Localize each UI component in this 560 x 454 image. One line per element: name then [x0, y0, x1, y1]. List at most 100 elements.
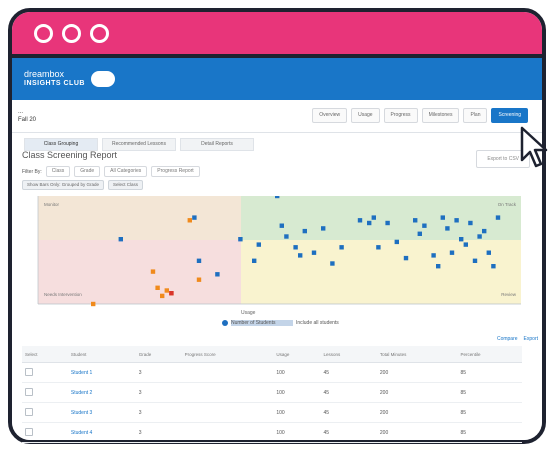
chart-point[interactable]: [486, 250, 491, 255]
screening-scatter-chart: Monitor On Track Needs Intervention Revi…: [37, 196, 521, 316]
chart-point[interactable]: [436, 264, 441, 269]
menu-button-plan[interactable]: Plan: [463, 108, 488, 123]
menu-button-usage[interactable]: Usage: [351, 108, 380, 123]
menu-button-milestones[interactable]: Milestones: [421, 108, 460, 123]
chart-point[interactable]: [454, 218, 459, 223]
col-student[interactable]: Student: [67, 346, 136, 363]
legend-note[interactable]: Include all students: [296, 320, 339, 326]
chart-point[interactable]: [160, 293, 165, 299]
menu-button-overview[interactable]: Overview: [312, 108, 348, 123]
chart-point[interactable]: [472, 258, 478, 263]
chart-point[interactable]: [150, 269, 156, 274]
student-score: [181, 402, 274, 423]
menu-button-progress[interactable]: Progress: [383, 108, 418, 123]
col-percentile[interactable]: Percentile: [457, 346, 522, 363]
chart-point[interactable]: [357, 218, 363, 223]
chart-point[interactable]: [482, 228, 487, 234]
chart-point[interactable]: [321, 226, 326, 231]
chart-point[interactable]: [284, 234, 289, 239]
chart-point[interactable]: [385, 220, 390, 226]
chart-point[interactable]: [279, 223, 284, 228]
chart-point[interactable]: [196, 258, 202, 263]
chart-point[interactable]: [449, 250, 455, 255]
chart-point[interactable]: [459, 237, 464, 242]
chart-point[interactable]: [422, 223, 427, 228]
menu-button-screening[interactable]: Screening: [491, 108, 528, 123]
student-name[interactable]: Student 2: [67, 382, 136, 403]
mouse-cursor-icon: [520, 126, 548, 168]
chart-point[interactable]: [196, 277, 202, 282]
chart-point[interactable]: [445, 226, 450, 231]
chart-point[interactable]: [376, 245, 381, 250]
chart-point[interactable]: [302, 228, 307, 234]
chart-point[interactable]: [311, 250, 317, 255]
col-minutes[interactable]: Total Minutes: [376, 346, 458, 363]
chart-point[interactable]: [495, 215, 501, 220]
app-logo[interactable]: dreambox INSIGHTS CLUB: [24, 70, 85, 88]
chart-point[interactable]: [477, 234, 482, 239]
col-score[interactable]: Progress Score: [181, 346, 274, 363]
compare-link[interactable]: Compare: [497, 336, 518, 342]
student-name[interactable]: Student 3: [67, 402, 136, 423]
active-filter-chip[interactable]: Show Bars Only: Grouped by Grade: [22, 180, 105, 190]
student-grade: 3: [135, 402, 182, 423]
window-control-icon[interactable]: [34, 23, 53, 43]
filter-chip-progress[interactable]: Progress Report: [151, 166, 200, 177]
chart-point[interactable]: [252, 258, 257, 263]
chart-point[interactable]: [403, 255, 409, 261]
window-control-icon[interactable]: [90, 23, 109, 43]
chart-point[interactable]: [238, 237, 243, 242]
chart-legend: Number of Students Include all students: [222, 320, 339, 326]
chart-point[interactable]: [339, 245, 344, 250]
chart-point[interactable]: [256, 242, 261, 247]
breadcrumb[interactable]: ...: [18, 108, 36, 116]
chart-point[interactable]: [187, 218, 192, 223]
chart-point[interactable]: [463, 242, 468, 247]
chart-point[interactable]: [417, 231, 422, 236]
chart-point[interactable]: [431, 253, 436, 258]
active-filter-chip[interactable]: Select Class: [108, 180, 144, 190]
export-link[interactable]: Export: [524, 336, 538, 342]
chart-point[interactable]: [468, 220, 473, 226]
chart-point[interactable]: [491, 264, 496, 269]
quadrant-review: [241, 240, 521, 304]
chart-point[interactable]: [164, 288, 169, 293]
chart-point[interactable]: [293, 245, 298, 250]
col-select[interactable]: Select: [22, 346, 68, 363]
filter-chip-class[interactable]: Class: [45, 166, 71, 177]
row-checkbox[interactable]: [25, 387, 33, 396]
chart-point[interactable]: [91, 301, 96, 307]
row-checkbox[interactable]: [25, 407, 33, 416]
quadrant-label-on-track: On Track: [498, 202, 517, 207]
row-checkbox[interactable]: [25, 427, 33, 436]
chart-point[interactable]: [155, 285, 160, 290]
window-control-icon[interactable]: [62, 23, 81, 43]
chart-point[interactable]: [169, 291, 174, 296]
chart-point[interactable]: [367, 220, 372, 226]
student-name[interactable]: Student 4: [67, 422, 136, 443]
chart-point[interactable]: [215, 272, 220, 277]
chart-point[interactable]: [192, 215, 197, 220]
students-table: Select Student Grade Progress Score Usag…: [22, 346, 522, 443]
window-titlebar: [12, 12, 542, 58]
tab-detail-reports[interactable]: Detail Reports: [180, 138, 254, 151]
filter-chip-categories[interactable]: All Categories: [104, 166, 148, 177]
chart-point[interactable]: [118, 237, 123, 242]
chart-point[interactable]: [413, 218, 418, 223]
student-minutes: 200: [376, 362, 458, 383]
chart-point[interactable]: [275, 196, 280, 199]
student-usage: 100: [273, 382, 321, 403]
col-lessons[interactable]: Lessons: [320, 346, 377, 363]
student-name[interactable]: Student 1: [67, 362, 136, 383]
col-usage[interactable]: Usage: [273, 346, 321, 363]
chart-point[interactable]: [298, 253, 303, 258]
chart-point[interactable]: [330, 261, 335, 266]
chart-point[interactable]: [440, 215, 445, 220]
chart-point[interactable]: [394, 239, 399, 245]
row-checkbox[interactable]: [25, 367, 33, 376]
table-row: Student 4 3 100 45 200 85: [22, 422, 522, 443]
chart-point[interactable]: [371, 215, 376, 220]
col-grade[interactable]: Grade: [135, 346, 182, 363]
student-lessons: 45: [320, 402, 377, 423]
filter-chip-grade[interactable]: Grade: [74, 166, 101, 177]
